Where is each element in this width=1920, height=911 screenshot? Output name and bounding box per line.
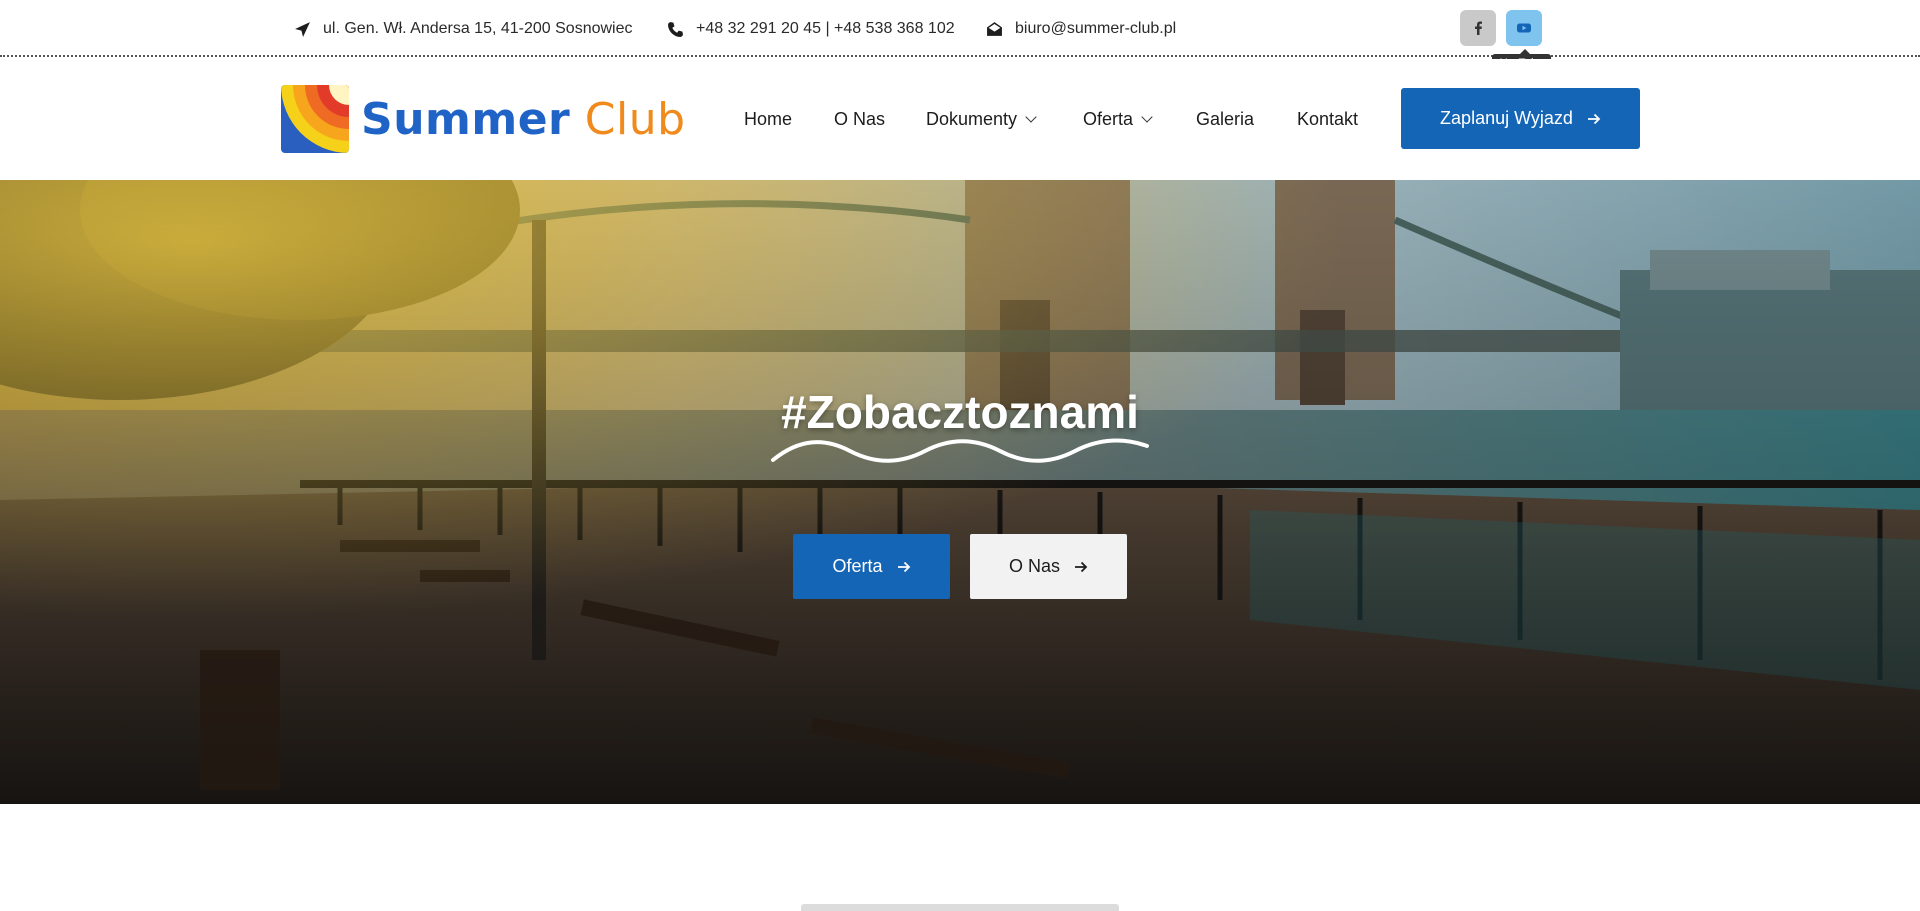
plan-trip-button[interactable]: Zaplanuj Wyjazd [1401, 88, 1640, 149]
section-divider-bar [801, 904, 1119, 911]
arrow-right-icon [1587, 113, 1601, 124]
email-info[interactable]: biuro@summer-club.pl [986, 19, 1176, 39]
hero-o-nas-label: O Nas [1008, 556, 1060, 576]
youtube-icon [1517, 23, 1531, 33]
nav-home[interactable]: Home [744, 107, 792, 131]
facebook-link[interactable] [1460, 10, 1496, 46]
location-arrow-icon [295, 21, 310, 37]
email-text: biuro@summer-club.pl [1015, 20, 1177, 37]
hero-oferta-label: Oferta [832, 556, 883, 576]
envelope-icon [987, 21, 1002, 36]
logo[interactable]: Summer Club [281, 85, 686, 153]
logo-word-club: Club [584, 93, 686, 145]
address-info: ul. Gen. Wł. Andersa 15, 41-200 Sosnowie… [294, 19, 633, 39]
facebook-icon [1475, 21, 1482, 35]
nav-oferta-label: Oferta [1083, 108, 1134, 129]
phone-icon [668, 21, 683, 37]
hero-background-image [0, 180, 1920, 804]
top-bar: ul. Gen. Wł. Andersa 15, 41-200 Sosnowie… [0, 0, 1920, 73]
nav-kontakt[interactable]: Kontakt [1297, 107, 1358, 131]
youtube-link[interactable] [1506, 10, 1542, 46]
address-text: ul. Gen. Wł. Andersa 15, 41-200 Sosnowie… [323, 20, 633, 37]
nav-dokumenty-label: Dokumenty [926, 108, 1018, 129]
plan-trip-label: Zaplanuj Wyjazd [1440, 108, 1573, 128]
arrow-right-icon [897, 561, 910, 572]
logo-sun-icon [281, 85, 349, 153]
logo-word-summer: Summer [361, 93, 571, 145]
nav-oferta[interactable]: Oferta [1083, 107, 1153, 131]
hero-oferta-button[interactable]: Oferta [793, 534, 950, 599]
hero-section: #Zobacztoznami Oferta O Nas [0, 180, 1920, 804]
logo-text: Summer Club [361, 94, 686, 145]
chevron-down-icon [1141, 110, 1153, 123]
hero-title: #Zobacztoznami [781, 386, 1139, 438]
nav-galeria[interactable]: Galeria [1196, 107, 1254, 131]
nav-dokumenty[interactable]: Dokumenty [926, 107, 1037, 131]
phone-info[interactable]: +48 32 291 20 45 | +48 538 368 102 [667, 19, 955, 39]
hero-o-nas-button[interactable]: O Nas [970, 534, 1127, 599]
chevron-down-icon [1025, 110, 1037, 123]
wavy-underline-decoration [771, 438, 1149, 463]
site-header: Summer Club Home O Nas Dokumenty Oferta … [0, 59, 1920, 180]
nav-o-nas[interactable]: O Nas [834, 107, 885, 131]
phone-text: +48 32 291 20 45 | +48 538 368 102 [696, 20, 955, 37]
arrow-right-icon [1075, 561, 1088, 572]
